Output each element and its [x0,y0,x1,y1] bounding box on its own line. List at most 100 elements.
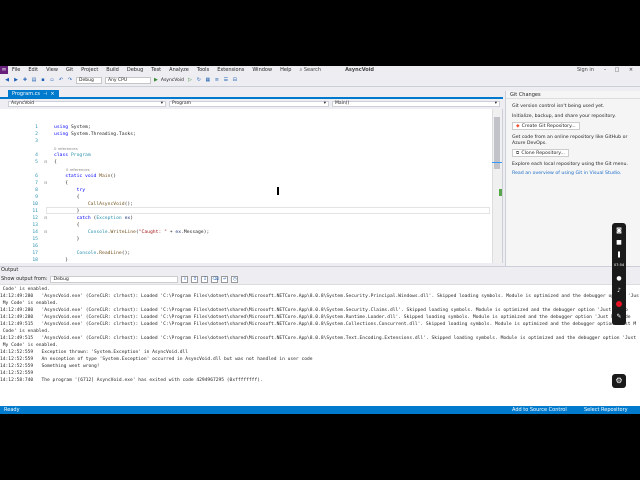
code-text: using System; [54,124,91,131]
code-line[interactable]: 10 CallAsyncVoid(); [0,201,490,208]
menu-extensions[interactable]: Extensions [213,67,248,73]
close-icon[interactable]: × [626,66,636,74]
menu-help[interactable]: Help [276,67,295,73]
code-line[interactable]: 8 try [0,187,490,194]
toolbar-icon-b[interactable]: ≡ [214,77,220,83]
code-line[interactable]: 4 class Program [0,152,490,159]
navigation-bar: AsyncVoid ▾ Program ▾ Main() ▾ [8,101,503,108]
create-git-repository-button[interactable]: ◆ Create Git Repository... [512,122,580,130]
code-line[interactable]: 3 [0,138,490,145]
code-line[interactable]: 14 Console.WriteLine("Caught: " + ex.Mes… [0,229,490,236]
timestamp-icon[interactable]: ◷ [231,275,239,283]
open-folder-icon[interactable]: ▤ [31,77,37,83]
redo-icon[interactable]: ↷ [67,77,73,83]
code-line[interactable]: 13 { [0,222,490,229]
fold-toggle-icon[interactable]: ⊟ [44,180,47,185]
git-changes-title: Git Changes [506,91,640,99]
codelens-references[interactable]: 0 references [54,145,78,152]
codelens-references[interactable]: 0 references [66,166,90,173]
fold-toggle-icon[interactable]: ⊟ [44,159,47,164]
menu-tools[interactable]: Tools [193,67,213,73]
menu-edit[interactable]: Edit [24,67,42,73]
new-project-icon[interactable]: ✚ [22,77,28,83]
configuration-dropdown[interactable]: Debug [76,76,102,84]
sign-in-link[interactable]: Sign in [577,67,594,73]
camera-icon[interactable]: ◙ [615,227,623,234]
project-dropdown[interactable]: AsyncVoid ▾ [8,101,166,107]
code-line[interactable]: 6 static void Main() [0,173,490,180]
prev-message-icon[interactable]: ↥ [191,275,199,283]
visual-studio-logo-icon[interactable]: ∞ [0,66,8,74]
webcam-icon[interactable]: ● [615,275,623,282]
maximize-icon[interactable]: □ [612,66,622,74]
fold-toggle-icon[interactable]: ⊟ [44,229,47,234]
window-title: AsyncVoid [345,67,375,73]
code-editor[interactable]: 0 references 0 references 1 using System; 2 u… [0,109,503,263]
fold-toggle-icon[interactable]: ⊟ [44,215,47,220]
search-box[interactable]: ⌕ Search [299,67,321,73]
output-line: My Code' is enabled. [0,301,59,306]
code-token: ex [121,216,131,221]
run-target-label[interactable]: AsyncVoid [161,78,184,83]
save-icon[interactable]: ▪ [40,77,46,83]
tab-close-icon[interactable]: × [50,91,54,97]
menu-analyze[interactable]: Analyze [165,67,193,73]
vertical-scrollbar[interactable] [492,109,502,263]
code-token: Console [54,251,97,256]
start-without-debugging-icon[interactable]: ▷ [187,77,193,83]
microphone-icon[interactable]: ♪ [615,287,623,294]
minimize-icon[interactable]: – [600,66,610,74]
settings-gear-icon[interactable]: ⚙ [612,374,626,388]
back-icon[interactable]: ◀ [4,77,10,83]
menu-git[interactable]: Git [62,67,77,73]
pin-icon[interactable]: ⊣ [43,91,47,97]
menu-debug[interactable]: Debug [123,67,147,73]
code-line[interactable]: 11 } [0,208,490,215]
draw-icon[interactable]: ✎ [615,313,623,320]
start-debugging-icon[interactable]: ▶ [154,77,158,83]
undo-icon[interactable]: ↶ [58,77,64,83]
toolbar-icon-d[interactable]: ⊟ [232,77,238,83]
git-overview-link[interactable]: Read an overview of using Git in Visual … [506,171,640,177]
code-line[interactable]: 5{ [0,159,490,166]
tab-program-cs[interactable]: Program.cs ⊣ × [8,90,59,97]
code-text: } [54,236,80,243]
menu-build[interactable]: Build [102,67,123,73]
save-all-icon[interactable]: ▫ [49,77,55,83]
record-stop-icon[interactable]: ■ [615,239,623,246]
code-line[interactable]: 15 } [0,236,490,243]
toolbar-icon-c[interactable]: ☰ [223,77,229,83]
class-dropdown[interactable]: Program ▾ [169,101,329,107]
code-line[interactable]: 16 [0,243,490,250]
code-line[interactable]: 17 Console.ReadLine(); [0,250,490,257]
clone-repository-button[interactable]: ⧉ Clone Repository... [512,149,569,157]
code-line[interactable]: 12 catch (Exception ex) [0,215,490,222]
code-line[interactable]: 1 using System; [0,124,490,131]
menu-project[interactable]: Project [77,67,102,73]
menu-view[interactable]: View [42,67,62,73]
menu-test[interactable]: Test [147,67,165,73]
code-line[interactable]: 18 } [0,257,490,263]
output-source-dropdown[interactable]: Debug [50,275,179,283]
code-line[interactable]: 2 using System.Threading.Tasks; [0,131,490,138]
add-to-source-control-button[interactable]: Add to Source Control [512,406,567,414]
code-line[interactable]: 7 { [0,180,490,187]
hot-reload-icon[interactable]: ↻ [196,77,202,83]
next-message-icon[interactable]: ↧ [201,275,209,283]
select-repository-button[interactable]: Select Repository [584,406,628,414]
output-text[interactable]: Code' is enabled. 14:12:49:280 'AsyncVoid… [0,286,640,406]
menu-file[interactable]: File [8,67,24,73]
show-output-from-label: Show output from: [1,276,48,282]
menu-window[interactable]: Window [248,67,276,73]
line-number: 5 [35,160,38,165]
clear-all-icon[interactable]: ⌫ [211,275,219,283]
output-line: 14:12:49:515 'AsyncVoid.exe' (CoreCLR: c… [0,336,637,341]
forward-icon[interactable]: ▶ [13,77,19,83]
platform-dropdown[interactable]: Any CPU [105,76,151,84]
code-line[interactable]: 9 { [0,194,490,201]
find-icon[interactable]: ⌕ [181,275,189,283]
toolbar-icon-a[interactable]: ▦ [205,77,211,83]
member-dropdown[interactable]: Main() ▾ [332,101,500,107]
pause-icon[interactable]: ❚ [615,251,623,258]
word-wrap-icon[interactable]: ↵ [221,275,229,283]
